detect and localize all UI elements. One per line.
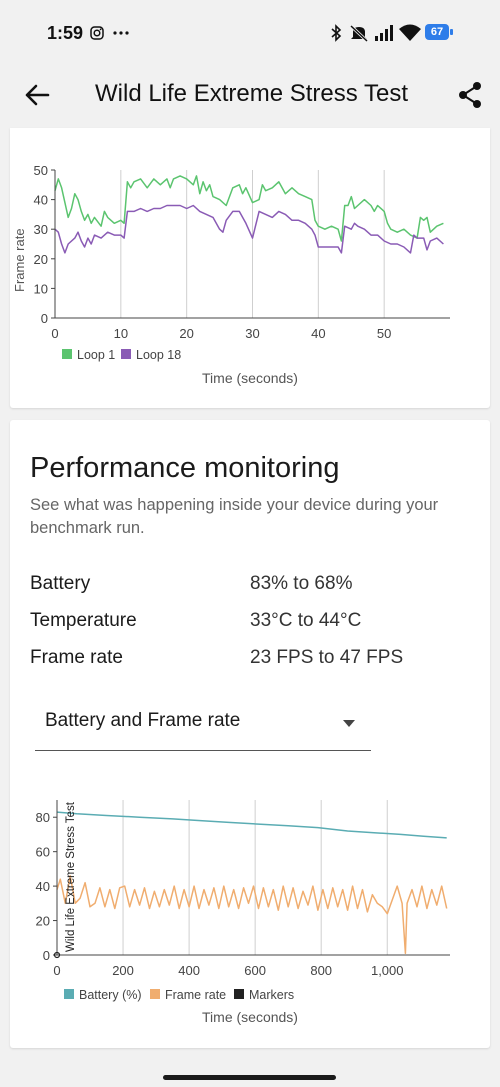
x-axis-label: Time (seconds) bbox=[202, 1009, 298, 1025]
app-bar: Wild Life Extreme Stress Test bbox=[0, 66, 500, 128]
y-tick-label: 0 bbox=[43, 948, 50, 963]
x-axis-label: Time (seconds) bbox=[202, 370, 298, 386]
bluetooth-icon bbox=[331, 24, 342, 42]
legend: Loop 1 Loop 18 bbox=[62, 348, 181, 362]
battery-label: Battery bbox=[30, 573, 91, 594]
share-icon[interactable] bbox=[456, 80, 486, 110]
dropdown-arrow-icon bbox=[343, 720, 355, 727]
battery-value: 83% to 68% bbox=[250, 573, 353, 594]
temperature-label: Temperature bbox=[30, 610, 137, 631]
x-tick-label: 800 bbox=[310, 963, 332, 978]
x-tick-label: 20 bbox=[179, 326, 193, 341]
x-tick-label: 600 bbox=[244, 963, 266, 978]
y-tick-label: 50 bbox=[34, 163, 48, 178]
marker-label: Wild Life Extreme Stress Test bbox=[65, 801, 77, 952]
home-indicator[interactable] bbox=[163, 1075, 336, 1080]
x-tick-label: 200 bbox=[112, 963, 134, 978]
status-bar: 1:59 67 bbox=[0, 0, 500, 66]
frame-rate-chart: 0 10 20 30 40 50 0 10 20 30 40 50 Frame rate Loop … bbox=[12, 163, 450, 386]
legend-swatch-frame-rate bbox=[150, 989, 160, 999]
y-tick-label: 20 bbox=[36, 914, 50, 929]
instagram-icon bbox=[90, 26, 104, 40]
frame-rate-label: Frame rate bbox=[30, 647, 123, 668]
x-tick-label: 50 bbox=[377, 326, 391, 341]
y-tick-label: 20 bbox=[34, 252, 48, 267]
dropdown-selected-value: Battery and Frame rate bbox=[45, 710, 241, 731]
x-tick-label: 10 bbox=[114, 326, 128, 341]
legend-label-battery: Battery (%) bbox=[79, 988, 142, 1002]
legend: Battery (%) Frame rate Markers bbox=[64, 988, 294, 1002]
frame-rate-value: 23 FPS to 47 FPS bbox=[250, 647, 404, 668]
legend-swatch-battery bbox=[64, 989, 74, 999]
page-title: Wild Life Extreme Stress Test bbox=[95, 80, 408, 107]
legend-label-frame-rate: Frame rate bbox=[165, 988, 226, 1002]
y-tick-label: 60 bbox=[36, 845, 50, 860]
battery-icon: 67 bbox=[425, 24, 453, 40]
status-time: 1:59 bbox=[47, 23, 84, 43]
y-tick-label: 10 bbox=[34, 281, 48, 296]
wifi-icon bbox=[399, 24, 421, 41]
back-arrow-icon[interactable] bbox=[22, 80, 52, 110]
legend-label-loop1: Loop 1 bbox=[77, 348, 115, 362]
series-line-frame-rate bbox=[56, 875, 448, 955]
legend-label-markers: Markers bbox=[249, 988, 294, 1002]
chart-selector-dropdown[interactable]: Battery and Frame rate bbox=[35, 700, 371, 751]
y-tick-label: 0 bbox=[41, 311, 48, 326]
mute-icon bbox=[349, 24, 369, 42]
x-tick-label: 0 bbox=[51, 326, 58, 341]
y-axis-label: Frame rate bbox=[12, 228, 27, 292]
frame-rate-chart-card: 0 10 20 30 40 50 0 10 20 30 40 50 Frame rate Loop … bbox=[10, 128, 490, 408]
battery-frame-rate-chart: 0 20 40 60 80 0 200 400 600 800 1,000 Wild Life E… bbox=[36, 800, 450, 1025]
x-tick-label: 400 bbox=[178, 963, 200, 978]
temperature-value: 33°C to 44°C bbox=[250, 610, 362, 631]
legend-label-loop18: Loop 18 bbox=[136, 348, 181, 362]
y-tick-label: 40 bbox=[34, 193, 48, 208]
legend-swatch-markers bbox=[234, 989, 244, 999]
signal-icon bbox=[375, 25, 393, 41]
x-tick-label: 0 bbox=[53, 963, 60, 978]
performance-monitoring-card: Performance monitoring See what was happ… bbox=[10, 420, 490, 1048]
y-tick-label: 40 bbox=[36, 879, 50, 894]
y-tick-label: 80 bbox=[36, 810, 50, 825]
section-description: See what was happening inside your devic… bbox=[30, 496, 439, 537]
x-tick-label: 30 bbox=[245, 326, 259, 341]
section-title: Performance monitoring bbox=[30, 452, 340, 484]
x-tick-label: 1,000 bbox=[371, 963, 404, 978]
legend-swatch-loop18 bbox=[121, 349, 131, 359]
more-notifications-icon bbox=[113, 31, 129, 35]
legend-swatch-loop1 bbox=[62, 349, 72, 359]
y-tick-label: 30 bbox=[34, 222, 48, 237]
x-tick-label: 40 bbox=[311, 326, 325, 341]
series-line-battery- bbox=[56, 811, 447, 839]
